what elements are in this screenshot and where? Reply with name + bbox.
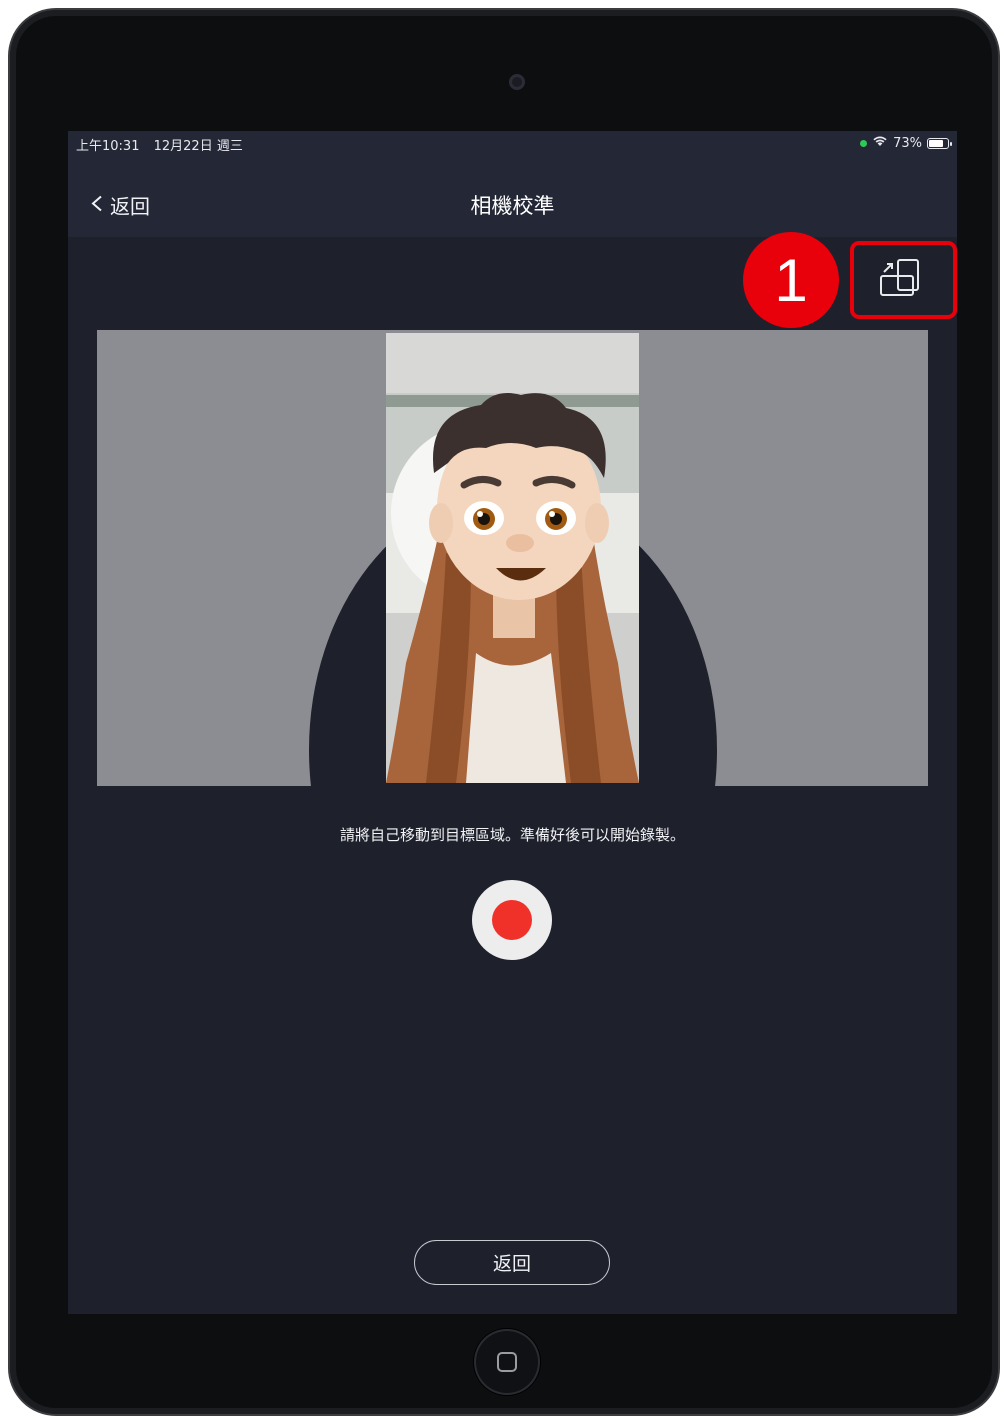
record-icon [492, 900, 532, 940]
home-button[interactable] [474, 1329, 540, 1395]
record-button[interactable] [472, 880, 552, 960]
battery-percent: 73% [893, 135, 922, 151]
nav-bar: 返回 相機校準 [68, 157, 957, 237]
wifi-icon [872, 135, 888, 151]
status-left: 上午10:31 12月22日 週三 [76, 135, 243, 154]
status-right: 73% [860, 135, 952, 151]
orientation-toggle-button[interactable] [850, 241, 957, 319]
front-camera [509, 74, 525, 90]
home-square-icon [497, 1352, 517, 1372]
annotation-step-badge: 1 [743, 232, 839, 328]
app-screen: 上午10:31 12月22日 週三 73% 返回 相機校準 1 請將自己移動到目… [68, 131, 957, 1314]
status-date: 12月22日 週三 [153, 139, 243, 154]
camera-preview-area [97, 330, 928, 786]
status-time: 上午10:31 [76, 139, 140, 154]
status-bar: 上午10:31 12月22日 週三 73% [68, 131, 957, 157]
camera-active-indicator [860, 139, 868, 147]
instruction-text: 請將自己移動到目標區域。準備好後可以開始錄製。 [339, 826, 685, 844]
avatar-preview [386, 392, 639, 783]
back-button[interactable]: 返回 [414, 1240, 610, 1285]
rotate-orientation-icon [878, 256, 930, 304]
page-title: 相機校準 [470, 194, 555, 218]
battery-icon [927, 137, 952, 149]
camera-feed [386, 333, 639, 783]
